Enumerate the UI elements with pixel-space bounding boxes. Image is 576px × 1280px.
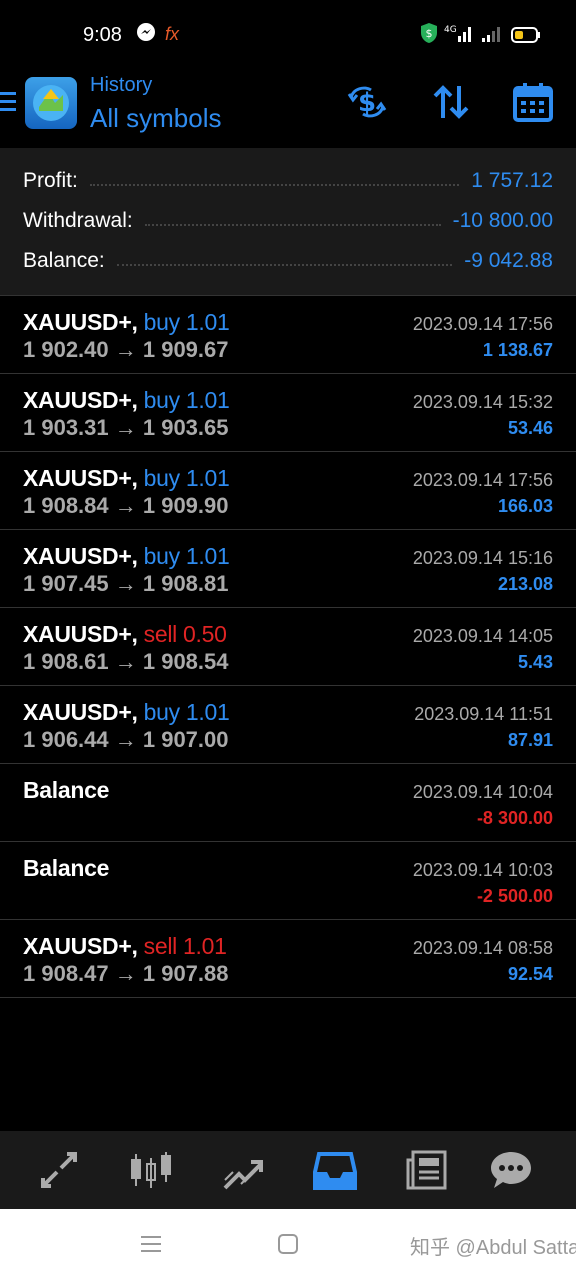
deal-row[interactable]: XAUUSD+, sell 1.01 1 908.47 → 1 907.88 2…	[0, 920, 576, 998]
deal-time: 2023.09.14 11:51	[414, 704, 553, 724]
calendar-icon[interactable]	[511, 80, 555, 124]
home-icon[interactable]	[277, 1233, 299, 1260]
deal-prices: 1 903.31 → 1 903.65	[23, 415, 229, 440]
bottom-nav	[0, 1131, 576, 1209]
deal-prices: 1 907.45 → 1 908.81	[23, 571, 229, 596]
deal-profit: -8 300.00	[476, 808, 553, 828]
summary-label: Balance:	[23, 249, 105, 272]
deal-time: 2023.09.14 08:58	[412, 938, 553, 958]
deal-prices: 1 908.84 → 1 909.90	[23, 493, 229, 518]
summary-label: Withdrawal:	[23, 209, 133, 232]
shield-icon: $	[420, 22, 438, 49]
signal-4g-icon: 4G	[444, 22, 474, 49]
summary-label: Profit:	[23, 169, 78, 192]
deal-symbol: XAUUSD+,	[23, 933, 138, 959]
chart-icon[interactable]	[129, 1148, 173, 1192]
deal-side: buy 1.01	[143, 699, 230, 725]
deal-time: 2023.09.14 14:05	[412, 626, 553, 646]
deal-side: sell 1.01	[143, 933, 227, 959]
trade-icon[interactable]	[221, 1148, 265, 1192]
deal-prices: 1 906.44 → 1 907.00	[23, 727, 229, 752]
deal-profit: 87.91	[507, 730, 553, 750]
deals-list: XAUUSD+, buy 1.01 1 902.40 → 1 909.67 20…	[0, 296, 576, 998]
deal-row[interactable]: XAUUSD+, buy 1.01 1 907.45 → 1 908.81 20…	[0, 530, 576, 608]
deal-symbol: XAUUSD+,	[23, 465, 138, 491]
summary-row-withdrawal: Withdrawal: -10 800.00	[23, 206, 553, 236]
deal-side: buy 1.01	[143, 309, 230, 335]
deal-profit: 53.46	[507, 418, 553, 438]
deal-prices: 1 902.40 → 1 909.67	[23, 337, 229, 362]
deal-row[interactable]: Balance 2023.09.14 10:03 -2 500.00	[0, 842, 576, 920]
deal-side: sell 0.50	[143, 621, 227, 647]
summary-value: -10 800.00	[452, 209, 553, 232]
deal-symbol: Balance	[23, 777, 110, 803]
deal-symbol: Balance	[23, 855, 110, 881]
summary-panel: Profit: 1 757.12 Withdrawal: -10 800.00 …	[0, 148, 576, 296]
deal-side: buy 1.01	[143, 387, 230, 413]
deal-profit: -2 500.00	[476, 886, 553, 906]
deal-profit: 213.08	[497, 574, 553, 594]
deal-side: buy 1.01	[143, 543, 230, 569]
deal-profit: 166.03	[497, 496, 553, 516]
deal-time: 2023.09.14 15:16	[412, 548, 553, 568]
deal-symbol: XAUUSD+,	[23, 699, 138, 725]
deal-symbol: XAUUSD+,	[23, 309, 138, 335]
app-header: History All symbols $	[0, 70, 576, 148]
status-time: 9:08	[83, 24, 122, 46]
deal-row[interactable]: XAUUSD+, buy 1.01 1 908.84 → 1 909.90 20…	[0, 452, 576, 530]
deal-symbol: XAUUSD+,	[23, 387, 138, 413]
deal-row[interactable]: XAUUSD+, buy 1.01 1 903.31 → 1 903.65 20…	[0, 374, 576, 452]
deal-prices: 1 908.47 → 1 907.88	[23, 961, 229, 986]
metatrader-logo	[25, 77, 77, 129]
history-icon[interactable]	[313, 1148, 357, 1192]
battery-icon	[511, 27, 541, 48]
summary-value: -9 042.88	[464, 249, 553, 272]
watermark: 知乎 @Abdul Sattar	[410, 1237, 576, 1259]
deal-row[interactable]: XAUUSD+, buy 1.01 1 906.44 → 1 907.00 20…	[0, 686, 576, 764]
status-bar: 9:08 fx $ 4G	[0, 0, 576, 70]
sort-icon[interactable]	[429, 80, 473, 124]
quotes-icon[interactable]	[37, 1148, 81, 1192]
dot-leader	[116, 264, 453, 266]
svg-text:$: $	[358, 88, 376, 118]
summary-row-balance: Balance: -9 042.88	[23, 246, 553, 276]
header-title[interactable]: All symbols	[90, 103, 221, 134]
recents-icon[interactable]	[140, 1233, 162, 1260]
summary-row-profit: Profit: 1 757.12	[23, 166, 553, 196]
messages-icon[interactable]	[489, 1148, 533, 1192]
svg-text:4G: 4G	[444, 25, 457, 35]
deal-profit: 1 138.67	[482, 340, 553, 360]
currency-exchange-icon[interactable]: $	[345, 80, 389, 124]
deal-time: 2023.09.14 10:04	[412, 782, 553, 802]
deal-symbol: XAUUSD+,	[23, 543, 138, 569]
summary-value: 1 757.12	[471, 169, 553, 192]
deal-symbol: XAUUSD+,	[23, 621, 138, 647]
fx-icon: fx	[165, 24, 180, 44]
deal-prices: 1 908.61 → 1 908.54	[23, 649, 229, 674]
deal-row[interactable]: XAUUSD+, buy 1.01 1 902.40 → 1 909.67 20…	[0, 296, 576, 374]
deal-time: 2023.09.14 17:56	[412, 470, 553, 490]
deal-profit: 92.54	[507, 964, 553, 984]
deal-time: 2023.09.14 15:32	[412, 392, 553, 412]
deal-profit: 5.43	[517, 652, 553, 672]
svg-text:$: $	[426, 27, 433, 40]
header-subtitle: History	[90, 74, 153, 96]
dot-leader	[89, 184, 460, 186]
deal-side: buy 1.01	[143, 465, 230, 491]
menu-icon[interactable]	[0, 92, 16, 114]
system-nav-bar: 知乎 @Abdul Sattar	[0, 1209, 576, 1280]
messenger-icon	[136, 22, 156, 47]
deal-row[interactable]: XAUUSD+, sell 0.50 1 908.61 → 1 908.54 2…	[0, 608, 576, 686]
signal-icon	[480, 22, 504, 49]
news-icon[interactable]	[405, 1148, 449, 1192]
deal-row[interactable]: Balance 2023.09.14 10:04 -8 300.00	[0, 764, 576, 842]
dot-leader	[144, 224, 441, 226]
deal-time: 2023.09.14 17:56	[412, 314, 553, 334]
deal-time: 2023.09.14 10:03	[412, 860, 553, 880]
